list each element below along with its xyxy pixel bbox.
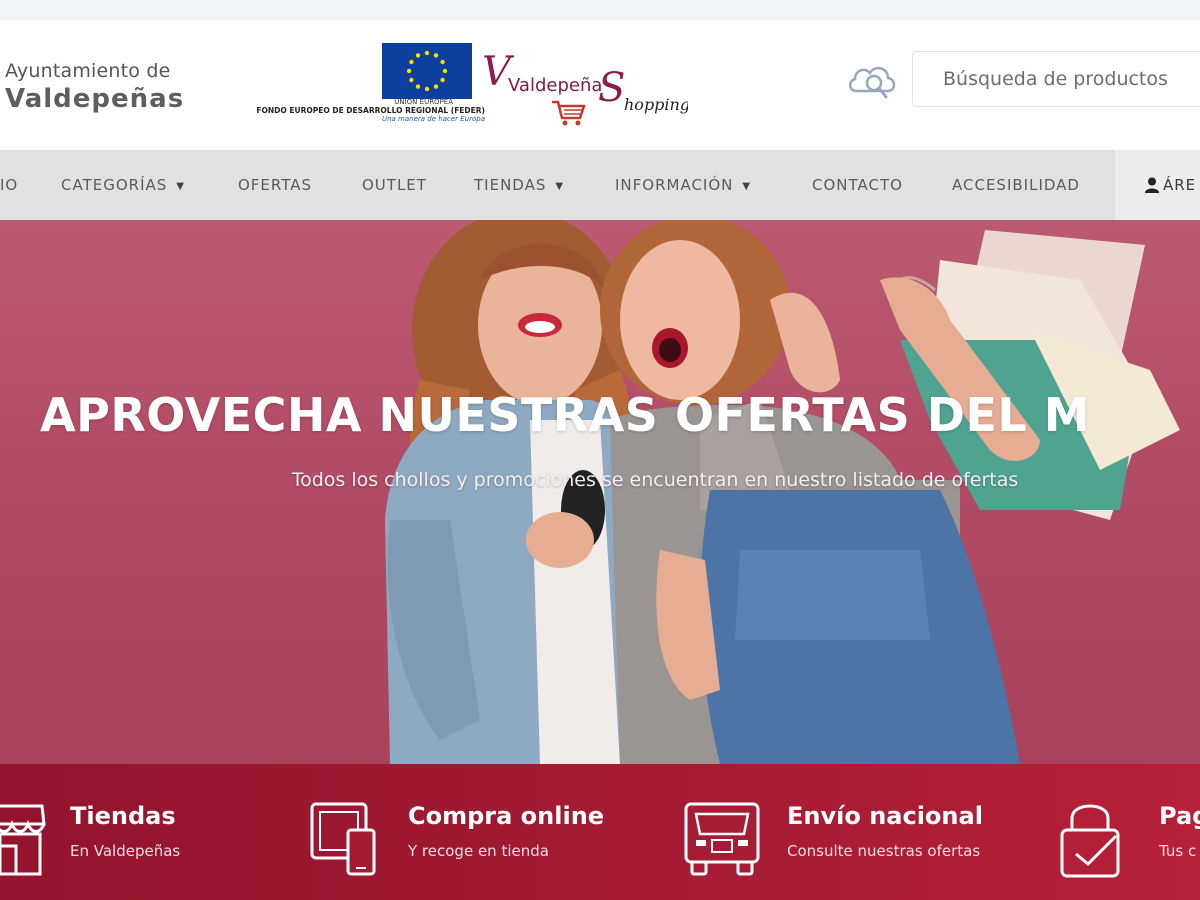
nav-item-ofertas[interactable]: OFERTAS <box>238 150 312 220</box>
valdepenas-shopping-logo[interactable]: V Valdepeña S hopping <box>478 38 688 133</box>
feature-title: Compra online <box>408 802 605 830</box>
eu-star <box>409 59 414 65</box>
eu-star <box>440 59 445 65</box>
eu-star <box>415 53 421 58</box>
eu-stars-icon <box>382 43 472 99</box>
eu-star <box>433 84 439 89</box>
top-strip <box>0 0 1200 20</box>
feature-title: Tiendas <box>70 802 176 830</box>
nav-item-inicio[interactable]: IO <box>0 150 18 220</box>
chevron-down-icon: ▼ <box>742 181 752 192</box>
logo-text-3: hopping <box>624 95 688 114</box>
logo-text-1: Valdepeña <box>508 75 602 96</box>
truck-icon <box>684 802 760 876</box>
ayuntamiento-logo[interactable]: Ayuntamiento de Valdepeñas <box>5 60 184 114</box>
ayuntamiento-line1: Ayuntamiento de <box>5 60 171 82</box>
eu-flag-logo <box>382 43 472 99</box>
nav-label: INFORMACIÓN <box>615 176 734 194</box>
hero-photo <box>385 220 1180 764</box>
eu-star <box>442 68 448 74</box>
eu-fund-text: FONDO EUROPEO DE DESARROLLO REGIONAL (FE… <box>256 106 485 115</box>
feature-compra-online[interactable]: Compra online Y recoge en tienda <box>300 764 670 900</box>
nav-label: OFERTAS <box>238 176 313 194</box>
nav-item-contacto[interactable]: CONTACTO <box>812 150 903 220</box>
search-box <box>912 51 1200 107</box>
nav-item-categorias[interactable]: CATEGORÍAS ▼ <box>61 150 185 220</box>
secure-payment-icon <box>1060 804 1120 878</box>
chevron-down-icon: ▼ <box>555 181 565 192</box>
devices-icon <box>310 802 376 876</box>
eu-star <box>440 77 445 83</box>
search-input[interactable] <box>913 52 1200 106</box>
feature-pago-seguro[interactable]: Pag Tus c <box>1050 764 1200 900</box>
eu-union-text: UNIÓN EUROPEA <box>394 98 453 106</box>
area-cliente-button[interactable]: ÁRE <box>1115 150 1200 220</box>
feature-title: Pag <box>1159 802 1200 830</box>
features-band: Tiendas En Valdepeñas Compra online Y re… <box>0 764 1200 900</box>
feature-desc: Consulte nuestras ofertas <box>787 842 981 860</box>
nav-item-informacion[interactable]: INFORMACIÓN ▼ <box>615 150 751 220</box>
eu-star <box>409 77 414 83</box>
chevron-down-icon: ▼ <box>176 181 185 192</box>
main-nav: IO CATEGORÍAS ▼ OFERTAS OUTLET TIENDAS ▼ I… <box>0 150 1200 220</box>
logo-text-2: S <box>598 65 625 111</box>
nav-label: CONTACTO <box>812 176 903 194</box>
shopping-cart-icon <box>552 100 586 126</box>
eu-star <box>424 86 430 92</box>
feature-tiendas[interactable]: Tiendas En Valdepeñas <box>0 764 300 900</box>
eu-caption: UNIÓN EUROPEA FONDO EUROPEO DE DESARROLL… <box>200 98 485 123</box>
nav-label: IO <box>0 176 19 194</box>
area-cliente-label: ÁRE <box>1163 176 1197 194</box>
nav-item-accesibilidad[interactable]: ACCESIBILIDAD <box>952 150 1080 220</box>
feature-envio-nacional[interactable]: Envío nacional Consulte nuestras ofertas <box>670 764 1050 900</box>
feature-title: Envío nacional <box>787 802 983 830</box>
store-icon <box>0 804 46 876</box>
eu-star <box>424 50 430 56</box>
eu-star <box>433 53 439 58</box>
hero-subtitle: Todos los chollos y promociones se encue… <box>291 469 1019 491</box>
nav-label: OUTLET <box>362 176 427 194</box>
cloud-search-icon[interactable] <box>846 57 898 103</box>
eu-star <box>406 68 412 74</box>
nav-label: ACCESIBILIDAD <box>952 176 1080 194</box>
ayuntamiento-line2: Valdepeñas <box>5 84 185 114</box>
eu-star <box>415 84 421 89</box>
hero-banner: APROVECHA NUESTRAS OFERTAS DEL M Todos l… <box>0 220 1200 764</box>
eu-slogan-text: Una manera de hacer Europa <box>381 115 485 123</box>
hero-title: APROVECHA NUESTRAS OFERTAS DEL M <box>40 388 1091 442</box>
feature-desc: Tus c <box>1159 842 1197 860</box>
nav-item-tiendas[interactable]: TIENDAS ▼ <box>474 150 564 220</box>
feature-desc: En Valdepeñas <box>70 842 181 860</box>
nav-label: CATEGORÍAS <box>61 176 168 194</box>
nav-label: TIENDAS <box>474 176 547 194</box>
user-icon <box>1145 177 1159 193</box>
nav-item-outlet[interactable]: OUTLET <box>362 150 427 220</box>
feature-desc: Y recoge en tienda <box>408 842 549 860</box>
